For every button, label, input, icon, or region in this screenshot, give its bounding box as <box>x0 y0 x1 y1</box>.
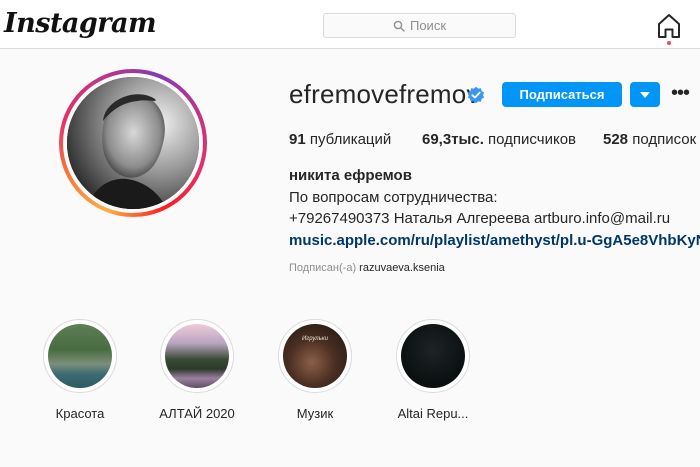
highlight-cover-image <box>48 324 112 388</box>
avatar-portrait <box>67 77 199 209</box>
highlight-cover-ring <box>160 319 234 393</box>
avatar-photo <box>67 77 199 209</box>
posts-count: 91 публикаций <box>289 131 391 148</box>
highlight-label: Altai Repu... <box>397 406 469 421</box>
profile-username: efremovefremov <box>289 79 480 109</box>
chevron-down-icon <box>640 92 650 98</box>
followed-by[interactable]: Подписан(-а) razuvaeva.ksenia <box>289 262 445 274</box>
highlight-cover-image <box>165 324 229 388</box>
bio-line: +79267490373 Наталья Алгереева artburo.i… <box>289 210 671 227</box>
highlight-cover-ring: Игрульки <box>278 319 352 393</box>
bio-external-link[interactable]: music.apple.com/ru/playlist/amethyst/pl.… <box>289 232 700 249</box>
following-count-label: подписок <box>632 131 697 148</box>
highlight-cover-image <box>401 324 465 388</box>
suggested-accounts-button[interactable] <box>630 82 660 107</box>
followed-by-account[interactable]: razuvaeva.ksenia <box>359 262 445 274</box>
followers-count-value: 69,3тыс. <box>422 131 484 148</box>
highlight-cover-ring <box>43 319 117 393</box>
highlight-cover-image: Игрульки <box>283 324 347 388</box>
search-icon <box>393 20 405 32</box>
highlight-label: АЛТАЙ 2020 <box>159 406 235 421</box>
highlight-label: Музик <box>296 406 334 421</box>
followed-by-prefix: Подписан(-а) <box>289 262 357 274</box>
instagram-logo[interactable]: Instagram <box>4 8 157 39</box>
profile-full-name: никита ефремов <box>289 167 412 184</box>
followers-count-label: подписчиков <box>488 131 577 148</box>
follow-button[interactable]: Подписаться <box>502 82 622 107</box>
posts-count-label: публикаций <box>309 131 392 148</box>
profile-avatar[interactable] <box>59 69 207 217</box>
top-navigation-bar: Instagram Поиск <box>0 0 700 49</box>
search-placeholder: Поиск <box>409 18 447 33</box>
more-options-button[interactable]: ••• <box>671 83 690 103</box>
followers-count[interactable]: 69,3тыс. подписчиков <box>422 131 576 148</box>
following-count[interactable]: 528 подписок <box>603 131 696 148</box>
bio-line: По вопросам сотрудничества: <box>289 189 498 206</box>
home-icon[interactable] <box>655 12 683 40</box>
following-count-value: 528 <box>603 131 629 148</box>
search-input[interactable]: Поиск <box>323 13 516 38</box>
posts-count-value: 91 <box>289 131 306 148</box>
highlight-cover-text: Игрульки <box>301 336 329 342</box>
highlight-cover-ring <box>396 319 470 393</box>
notification-dot <box>667 41 671 45</box>
verified-badge-icon <box>467 86 485 104</box>
highlight-label: Красота <box>55 406 105 421</box>
avatar-border <box>63 73 203 213</box>
